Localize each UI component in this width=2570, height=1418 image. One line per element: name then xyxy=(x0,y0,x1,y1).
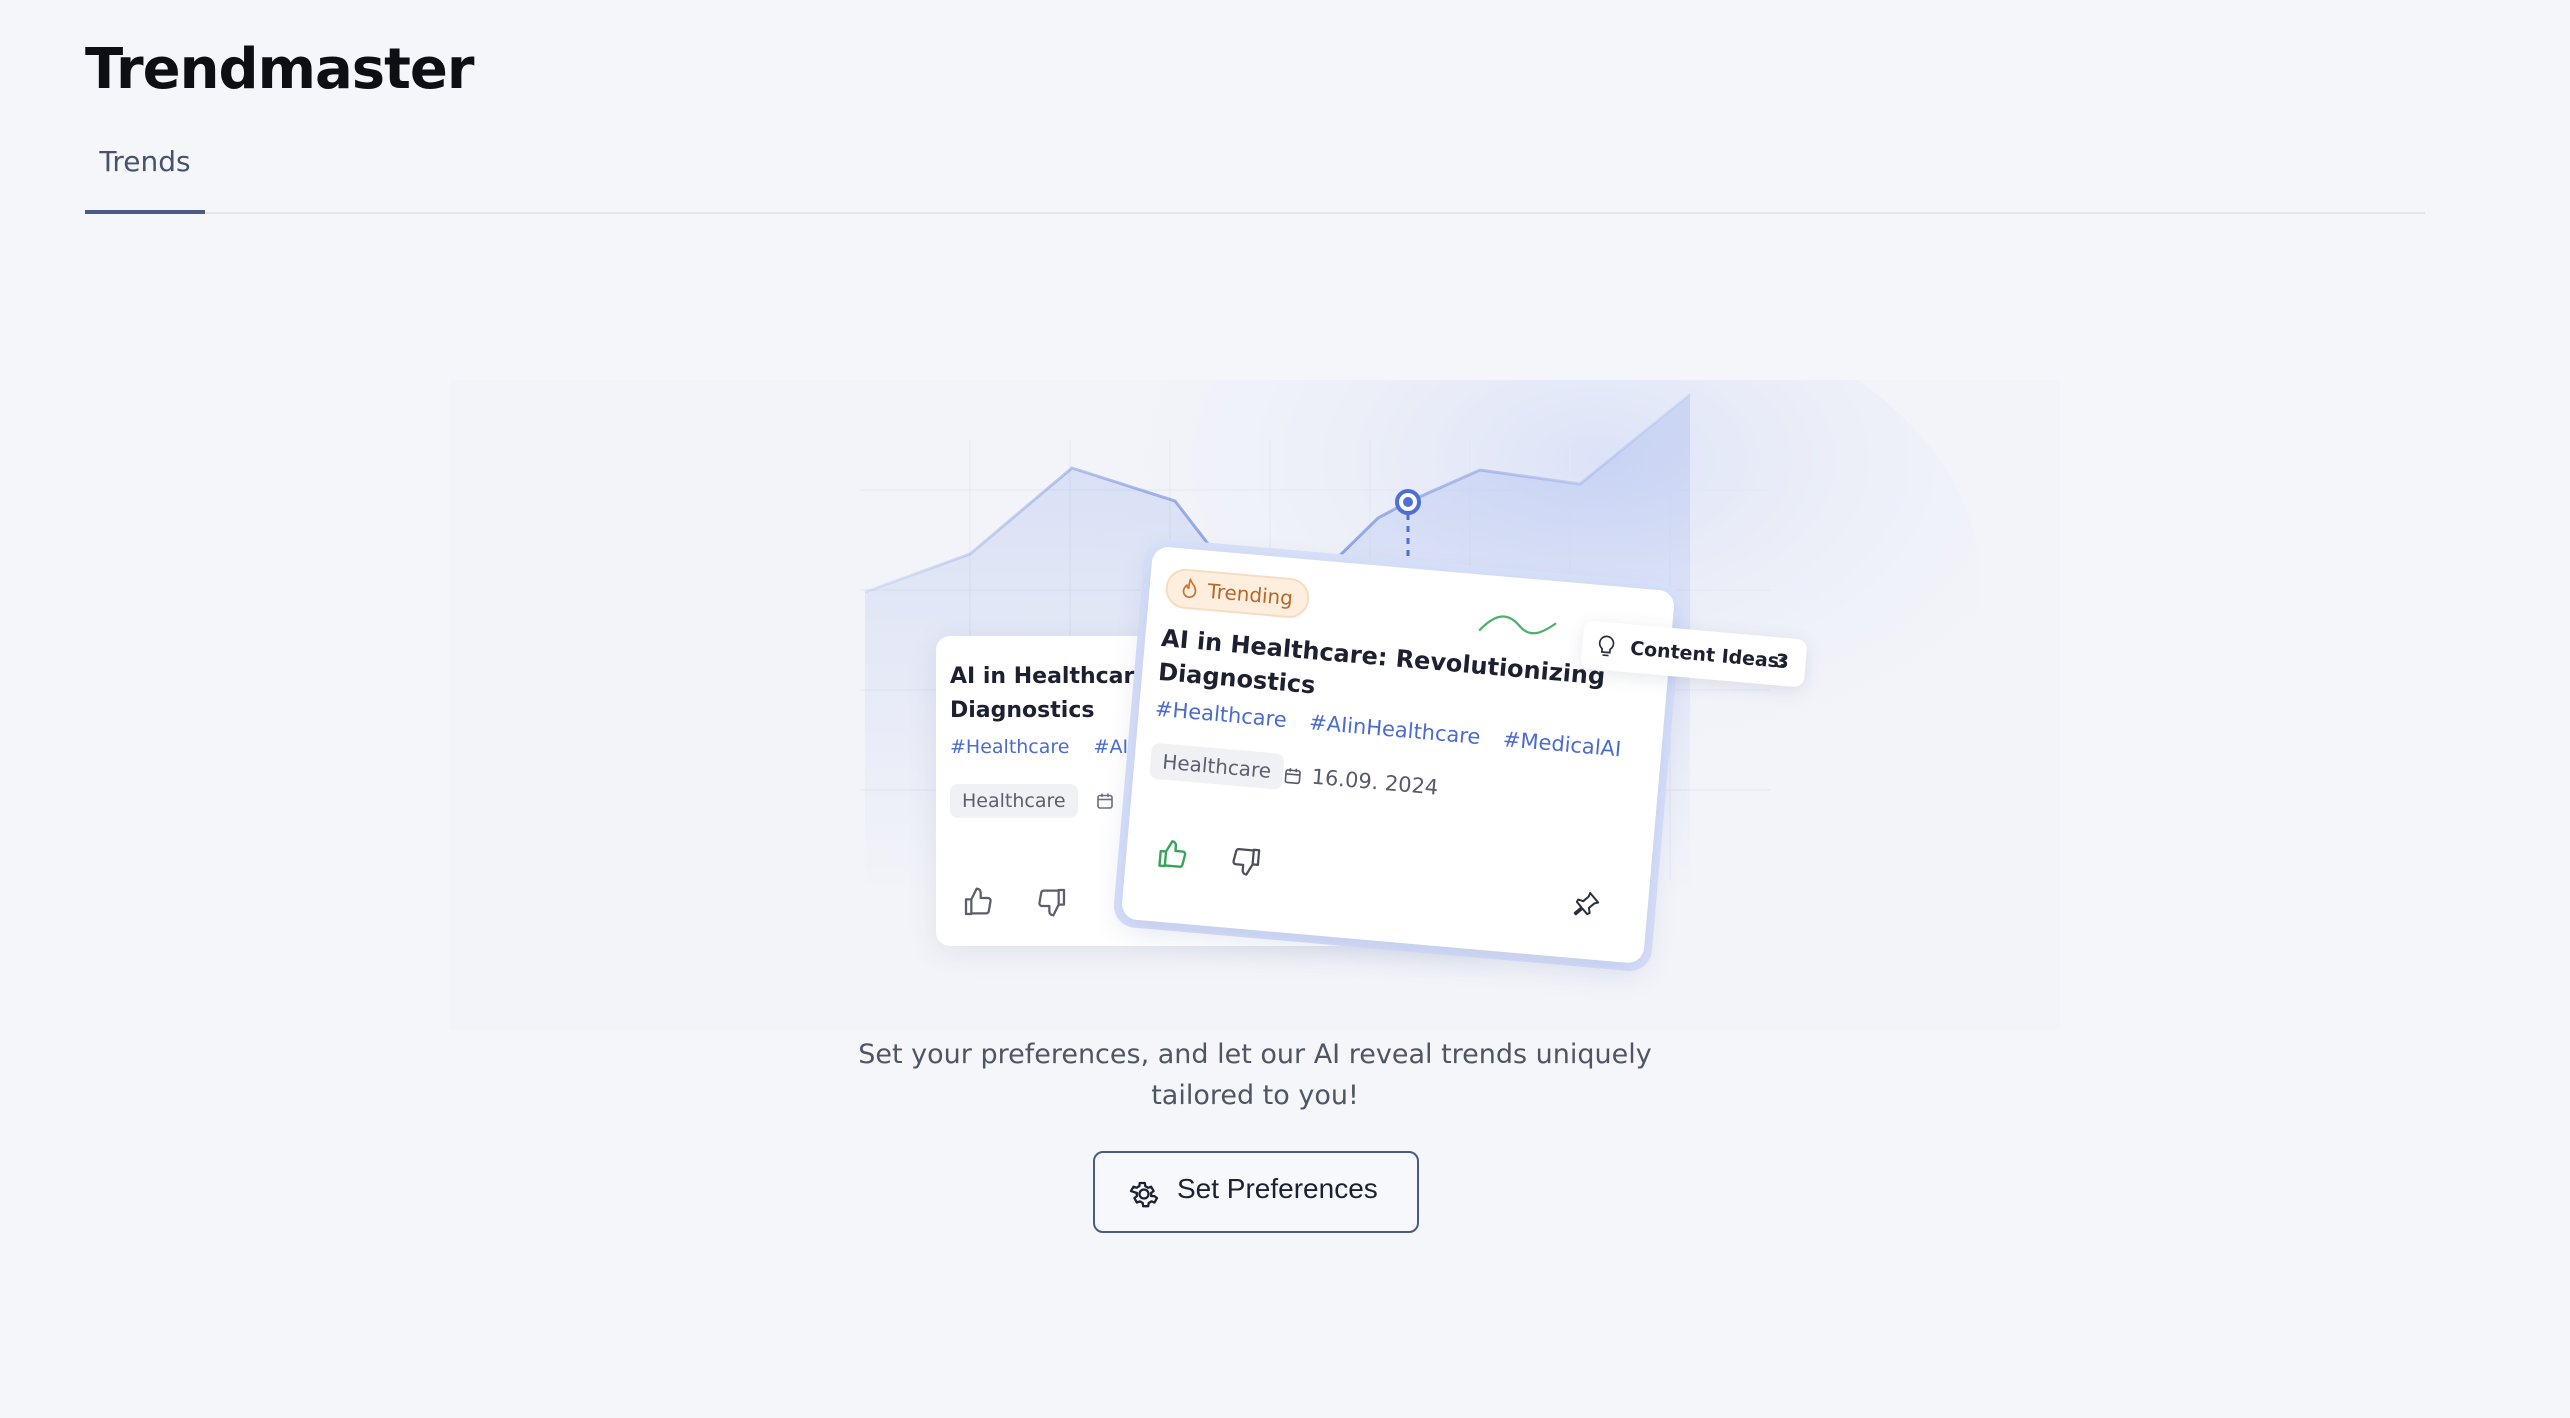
card-body: Trending AI in Healthcare: Revolutionizi… xyxy=(1120,545,1676,965)
category-chip: Healthcare xyxy=(950,784,1078,818)
tab-trends[interactable]: Trends xyxy=(85,140,205,214)
thumbs-down-icon xyxy=(1232,848,1261,876)
calendar-icon xyxy=(1284,768,1301,785)
lightbulb-icon xyxy=(1598,635,1615,657)
set-preferences-label: Set Preferences xyxy=(1177,1173,1378,1204)
hashtag: #AIinHealthcare xyxy=(1308,710,1482,750)
gear-icon xyxy=(1129,1181,1159,1208)
hashtag: #MedicalAI xyxy=(1501,727,1623,762)
card-date: 16.09. 2024 xyxy=(1283,762,1440,800)
content-ideas-count: 3 xyxy=(1774,650,1790,674)
empty-state-message: Set your preferences, and let our AI rev… xyxy=(858,1039,1652,1111)
thumbs-down-icon xyxy=(1038,888,1066,917)
thumbs-up-icon xyxy=(964,887,992,916)
set-preferences-button[interactable]: Set Preferences xyxy=(1093,1151,1419,1233)
badge-label: Trending xyxy=(1206,578,1294,611)
calendar-icon xyxy=(1097,793,1113,809)
hashtag: #Healthcare xyxy=(1154,696,1288,733)
fire-icon xyxy=(1182,578,1197,599)
front-trend-card: Trending AI in Healthcare: Revolutionizi… xyxy=(1112,537,1684,973)
tab-bar: Trends xyxy=(85,140,2425,214)
app-title: Trendmaster xyxy=(85,37,474,102)
sparkline-icon xyxy=(1478,615,1557,635)
hashtag: #Healthcare xyxy=(950,736,1070,758)
category-chip: Healthcare xyxy=(1149,742,1285,790)
thumbs-up-icon xyxy=(1158,840,1187,868)
trending-badge: Trending xyxy=(1164,567,1311,620)
pin-icon xyxy=(1573,892,1600,916)
date-text: 16.09. 2024 xyxy=(1310,764,1440,800)
